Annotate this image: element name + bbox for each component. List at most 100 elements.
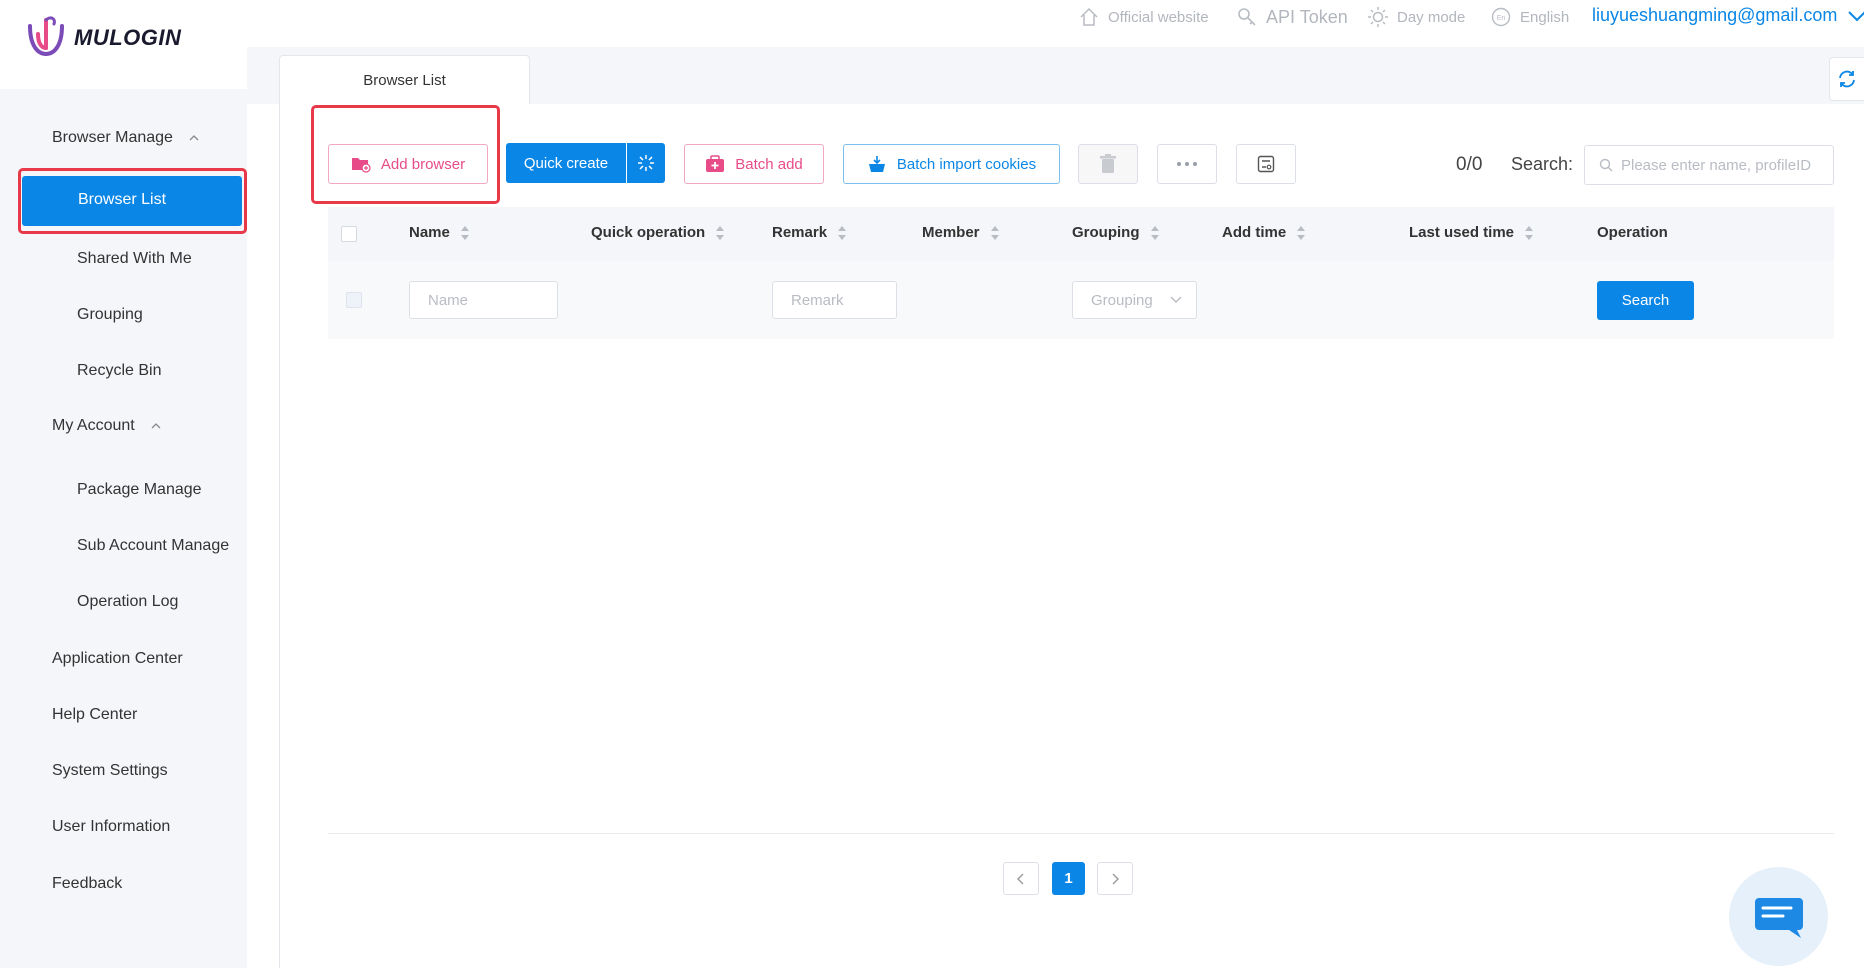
delete-button[interactable]: [1078, 144, 1138, 184]
column-header-add-time[interactable]: Add time: [1222, 224, 1306, 241]
sidebar-item-application-center[interactable]: Application Center: [52, 650, 183, 668]
sidebar-item-user-information[interactable]: User Information: [52, 818, 170, 836]
quick-create-button[interactable]: Quick create: [506, 143, 626, 183]
chevron-down-icon: [1848, 10, 1864, 21]
quick-create-label: Quick create: [523, 154, 609, 172]
row-checkbox[interactable]: [346, 292, 362, 308]
quick-create-options-button[interactable]: [627, 143, 665, 183]
column-header-quick-operation[interactable]: Quick operation: [591, 224, 725, 241]
prev-page-button[interactable]: [1003, 862, 1039, 895]
nav-group-label: Browser Manage: [52, 129, 173, 146]
sidebar-item-package-manage[interactable]: Package Manage: [77, 481, 202, 499]
column-header-operation: Operation: [1597, 224, 1668, 241]
highlight-add-browser: [311, 105, 500, 204]
language-label: English: [1520, 8, 1570, 26]
more-dots-icon: [1177, 162, 1197, 166]
column-settings-icon: [1257, 155, 1275, 173]
page-number-current[interactable]: 1: [1052, 862, 1085, 895]
user-email: liuyueshuangming@gmail.com: [1592, 5, 1838, 25]
language-selector[interactable]: En English: [1490, 6, 1569, 28]
column-header-label: Name: [409, 224, 450, 241]
home-icon: [1080, 7, 1098, 26]
search-icon: [1599, 158, 1613, 172]
chevron-up-icon: [189, 135, 199, 141]
logo-text: MULOGIN: [74, 25, 182, 50]
column-header-label: Operation: [1597, 224, 1668, 241]
sidebar-item-shared-with-me[interactable]: Shared With Me: [77, 250, 192, 268]
grouping-filter-placeholder: Grouping: [1091, 291, 1153, 309]
name-filter-input[interactable]: [409, 281, 558, 319]
sidebar-item-system-settings[interactable]: System Settings: [52, 762, 168, 780]
sort-icon: [716, 225, 725, 240]
column-header-label: Grouping: [1072, 224, 1140, 241]
sidebar-item-feedback[interactable]: Feedback: [52, 875, 122, 893]
column-header-name[interactable]: Name: [409, 224, 470, 241]
sort-icon: [460, 225, 469, 240]
chevron-up-icon: [151, 423, 161, 429]
select-all-checkbox[interactable]: [341, 226, 357, 242]
chat-icon: [1754, 897, 1803, 938]
column-header-remark[interactable]: Remark: [772, 224, 847, 241]
table-footer-divider: [328, 833, 1834, 834]
user-menu[interactable]: liuyueshuangming@gmail.com: [1592, 5, 1864, 26]
sidebar-item-sub-account-manage[interactable]: Sub Account Manage: [77, 537, 229, 555]
sidebar: MULOGIN Browser Manage Browser List Shar…: [0, 0, 247, 968]
logo-area: MULOGIN: [0, 0, 247, 89]
batch-add-icon: [706, 155, 725, 172]
day-mode-label: Day mode: [1397, 8, 1466, 26]
refresh-button[interactable]: [1829, 57, 1864, 101]
column-header-last-used-time[interactable]: Last used time: [1409, 224, 1534, 241]
official-website-link[interactable]: Official website: [1078, 6, 1209, 28]
column-header-label: Member: [922, 224, 980, 241]
table-filter-row: Grouping Search: [328, 261, 1834, 339]
sort-icon: [838, 225, 847, 240]
filter-search-button[interactable]: Search: [1597, 281, 1694, 320]
sidebar-item-recycle-bin[interactable]: Recycle Bin: [77, 362, 161, 380]
api-token-label: API Token: [1266, 6, 1348, 27]
chat-support-button[interactable]: [1729, 867, 1828, 966]
chevron-down-icon: [1170, 296, 1182, 303]
nav-group-my-account[interactable]: My Account: [52, 417, 161, 435]
mulogin-logo-icon: [28, 16, 64, 57]
column-header-member[interactable]: Member: [922, 224, 1000, 241]
tab-browser-list[interactable]: Browser List: [279, 55, 530, 105]
import-cookies-icon: [868, 156, 885, 172]
sort-icon: [990, 225, 999, 240]
chevron-left-icon: [1017, 873, 1024, 884]
next-page-button[interactable]: [1097, 862, 1133, 895]
sparkle-icon: [638, 155, 654, 171]
profile-count: 0/0: [1456, 154, 1483, 175]
search-field[interactable]: [1584, 145, 1834, 185]
svg-text:En: En: [1497, 15, 1506, 22]
sidebar-item-help-center[interactable]: Help Center: [52, 706, 137, 724]
trash-icon: [1100, 154, 1116, 173]
batch-add-label: Batch add: [735, 155, 803, 173]
key-icon: [1238, 8, 1256, 26]
column-header-grouping[interactable]: Grouping: [1072, 224, 1160, 241]
search-label: Search:: [1511, 154, 1574, 174]
api-token-link[interactable]: API Token: [1236, 6, 1348, 28]
nav-group-label: My Account: [52, 417, 135, 434]
sidebar-item-grouping[interactable]: Grouping: [77, 306, 143, 324]
column-header-label: Last used time: [1409, 224, 1515, 241]
remark-filter-input[interactable]: [772, 281, 897, 319]
more-options-button[interactable]: [1157, 144, 1217, 184]
highlight-browser-list: [18, 168, 247, 234]
language-icon: En: [1491, 7, 1511, 27]
search-input[interactable]: [1621, 156, 1821, 174]
column-header-label: Quick operation: [591, 224, 706, 241]
column-header-label: Remark: [772, 224, 828, 241]
sun-icon: [1368, 7, 1388, 27]
day-mode-toggle[interactable]: Day mode: [1367, 6, 1465, 28]
sort-icon: [1297, 225, 1306, 240]
chevron-right-icon: [1112, 873, 1119, 884]
sidebar-item-operation-log[interactable]: Operation Log: [77, 593, 178, 611]
grouping-filter-select[interactable]: Grouping: [1072, 281, 1197, 319]
batch-import-cookies-button[interactable]: Batch import cookies: [843, 144, 1060, 184]
official-website-label: Official website: [1108, 8, 1209, 26]
batch-add-button[interactable]: Batch add: [684, 144, 824, 184]
refresh-icon: [1839, 70, 1855, 88]
sort-icon: [1525, 225, 1534, 240]
column-settings-button[interactable]: [1236, 144, 1296, 184]
nav-group-browser-manage[interactable]: Browser Manage: [52, 129, 199, 147]
